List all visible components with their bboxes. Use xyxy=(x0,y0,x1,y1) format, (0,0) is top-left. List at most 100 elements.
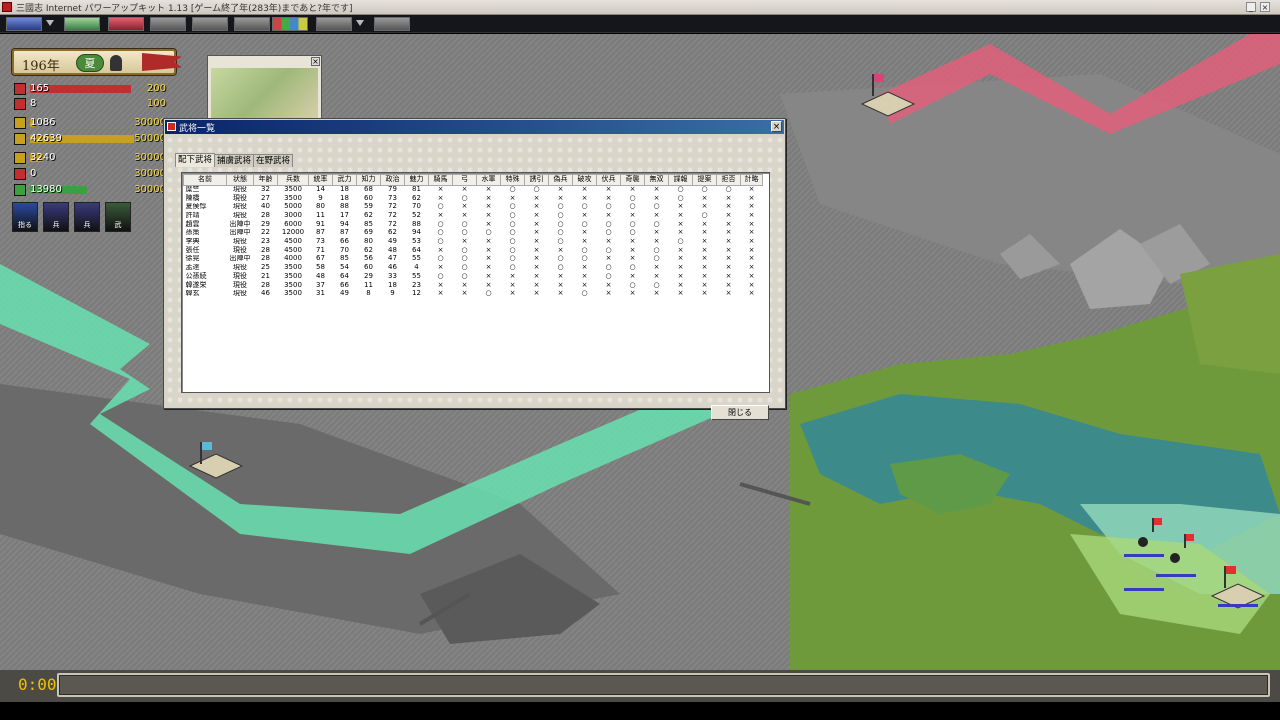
table-cell: × xyxy=(557,194,564,202)
table-cell: × xyxy=(605,185,612,194)
dialog-close-icon[interactable]: × xyxy=(771,121,782,132)
table-cell: × xyxy=(653,185,660,194)
column-header[interactable]: 誘引 xyxy=(524,174,549,186)
table-cell: 88 xyxy=(412,220,421,228)
chevron-down-icon[interactable] xyxy=(46,20,54,26)
chevron-down-icon[interactable] xyxy=(356,20,364,26)
table-row[interactable]: 韓遂栄 現役 28 3500 37 66 11 18 23 × × × × × × × × ○ ○ × × × × xyxy=(184,281,763,290)
column-header[interactable]: 提案 xyxy=(692,174,717,186)
column-header[interactable]: 無双 xyxy=(644,174,669,186)
column-header[interactable]: 伏兵 xyxy=(596,174,621,186)
column-header[interactable]: 年齢 xyxy=(253,174,278,186)
table-row[interactable]: 糜竺 現役 32 3500 14 18 68 79 81 × × × ○ ○ × × × × × ○ ○ ○ × xyxy=(184,186,763,195)
column-header[interactable]: 弓 xyxy=(452,174,477,186)
close-button[interactable]: 閉じる xyxy=(711,405,769,420)
toolbar-military-command-icon[interactable] xyxy=(108,17,144,31)
table-cell: ○ xyxy=(557,255,564,263)
table-cell: 18 xyxy=(340,185,349,194)
table-row[interactable]: 張任 現役 28 4500 71 70 62 48 64 × ○ × ○ × × ○ ○ × ○ × × × × xyxy=(184,246,763,255)
table-cell: × xyxy=(605,255,612,263)
tab-subordinate-officers[interactable]: 配下武将 xyxy=(175,153,216,167)
table-cell: ○ xyxy=(437,228,444,237)
column-header[interactable]: 水軍 xyxy=(476,174,501,186)
table-row[interactable]: 公孫続 現役 21 3500 48 64 29 33 55 ○ ○ × × × × × ○ × × × × × × xyxy=(184,272,763,281)
column-header[interactable]: 知力 xyxy=(356,174,381,186)
table-row[interactable]: 韓玄 現役 46 3500 31 49 8 9 12 × × ○ × × × ○ × × × × × × × xyxy=(184,290,763,299)
column-header[interactable]: 特殊 xyxy=(500,174,525,186)
table-cell: ○ xyxy=(509,228,516,237)
table-cell: 28 xyxy=(261,246,270,254)
table-cell: 69 xyxy=(364,228,373,237)
table-cell: 80 xyxy=(316,202,325,211)
table-row[interactable]: 孫策 出陣中 22 12000 87 87 69 62 94 ○ ○ ○ ○ × ○ × ○ ○ × × × × × xyxy=(184,229,763,238)
officer-command-button-2[interactable]: 兵 xyxy=(74,202,100,232)
table-cell: × xyxy=(677,263,684,272)
table-cell: ○ xyxy=(605,246,612,254)
tab-free-officers[interactable]: 在野武将 xyxy=(253,154,294,167)
column-header[interactable]: 拒否 xyxy=(716,174,741,186)
table-row[interactable]: 陳橋 現役 27 3500 9 18 60 73 62 × ○ × × × × × × ○ × ○ × × × xyxy=(184,194,763,203)
table-cell: × xyxy=(533,220,540,228)
toolbar-settings-command-icon[interactable] xyxy=(374,17,410,31)
column-header[interactable]: 兵数 xyxy=(277,174,309,186)
column-header[interactable]: 状態 xyxy=(226,174,254,186)
column-header[interactable]: 名前 xyxy=(183,174,227,186)
table-cell: × xyxy=(701,289,708,298)
minimize-button[interactable]: _ xyxy=(1246,2,1256,12)
toolbar-castle-command-icon[interactable] xyxy=(192,17,228,31)
officer-name: 孟達 xyxy=(185,263,200,272)
table-cell: × xyxy=(533,255,540,263)
officer-command-button-3[interactable]: 武 xyxy=(105,202,131,232)
toolbar-officer-command-icon[interactable] xyxy=(150,17,186,31)
table-cell: × xyxy=(653,263,660,272)
table-cell: × xyxy=(748,228,755,237)
column-header[interactable]: 統率 xyxy=(308,174,333,186)
table-cell: × xyxy=(437,281,444,289)
stat-row: 1086 30000 xyxy=(14,117,166,130)
table-row[interactable]: 孟達 現役 25 3500 58 54 60 46 4 × ○ × ○ × ○ × ○ ○ × × × × × xyxy=(184,264,763,273)
table-cell: × xyxy=(509,194,516,202)
toolbar-diplomacy-command-icon[interactable] xyxy=(272,17,308,31)
column-header[interactable]: 諜報 xyxy=(668,174,693,186)
column-header[interactable]: 武力 xyxy=(332,174,357,186)
table-cell: × xyxy=(485,237,492,246)
table-cell: ○ xyxy=(629,263,636,272)
table-row[interactable]: 徐晃 出陣中 28 4000 67 85 56 47 55 ○ ○ × ○ × ○ ○ × × ○ × × × × xyxy=(184,255,763,264)
officer-command-button-1[interactable]: 兵 xyxy=(43,202,69,232)
toolbar-map-command-icon[interactable] xyxy=(64,17,100,31)
table-cell: 29 xyxy=(261,220,270,228)
table-cell: 33 xyxy=(388,272,397,280)
officer-list-panel[interactable]: 名前 状態 年齢 兵数 統率 武力 知力 政治 魅力 騎馬弓水軍 特殊 誘引 偽兵 破攻 伏兵 奇襲 無双 諜報提… xyxy=(181,172,770,393)
minimap-close-icon[interactable]: × xyxy=(311,57,320,66)
tab-captive-officers[interactable]: 捕虜武将 xyxy=(214,154,255,167)
column-header[interactable]: 騎馬 xyxy=(428,174,453,186)
minimap-view[interactable] xyxy=(211,68,318,120)
column-header[interactable]: 破攻 xyxy=(572,174,597,186)
officer-name: 李典 xyxy=(185,237,200,246)
column-header[interactable]: 奇襲 xyxy=(620,174,645,186)
column-header[interactable]: 計略 xyxy=(740,174,763,186)
column-header[interactable]: 偽兵 xyxy=(548,174,573,186)
table-row[interactable]: 趙雲 出陣中 29 6000 91 94 85 72 88 ○ ○ × ○ × ○ ○ ○ ○ ○ × × × × xyxy=(184,220,763,229)
table-row[interactable]: 許靖 現役 28 3000 11 17 62 72 52 × × × ○ × ○ × × × × × ○ × × xyxy=(184,212,763,221)
table-cell: 現役 xyxy=(233,185,247,194)
column-header[interactable]: 魅力 xyxy=(404,174,429,186)
table-row[interactable]: 李典 現役 23 4500 73 66 80 49 53 ○ × × ○ × ○ × × × × ○ × × × xyxy=(184,238,763,247)
dialog-title-bar[interactable]: 武将一覧 × xyxy=(165,120,784,134)
table-row[interactable]: 夏侯惇 現役 40 5000 80 88 59 72 70 ○ × × ○ × ○ ○ ○ ○ ○ × × × × xyxy=(184,203,763,212)
hand-command-button[interactable]: 指る xyxy=(12,202,38,232)
toolbar-build-command-icon[interactable] xyxy=(234,17,270,31)
window-title-bar: 三國志 Internet パワーアップキット 1.13 [ゲーム終了年(283年… xyxy=(0,0,1280,15)
minimap-window[interactable]: × xyxy=(207,55,322,121)
table-cell: × xyxy=(533,228,540,237)
toolbar-blue-command-icon[interactable] xyxy=(6,17,42,31)
table-cell: × xyxy=(509,281,516,289)
table-cell: 85 xyxy=(364,220,373,228)
table-cell: ○ xyxy=(605,228,612,237)
toolbar-info-command-icon[interactable] xyxy=(316,17,352,31)
column-header[interactable]: 政治 xyxy=(380,174,405,186)
table-cell: 3500 xyxy=(284,185,302,194)
table-cell: × xyxy=(725,220,732,228)
table-cell: × xyxy=(485,220,492,228)
window-close-button[interactable]: × xyxy=(1260,2,1270,12)
